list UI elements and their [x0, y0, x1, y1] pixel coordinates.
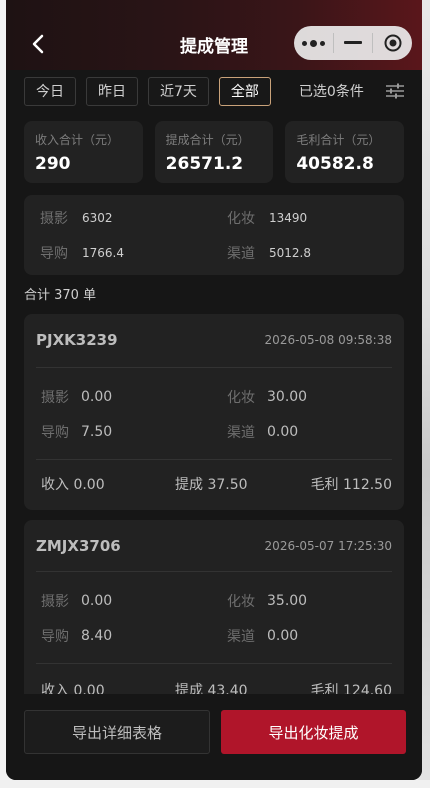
order-item-label: 导购	[41, 425, 69, 441]
mini-program-window: 提成管理 今日 昨日 近7天 全部 已选0条件 收入合计（元） 290 提成合计…	[6, 0, 422, 780]
order-item-shopping-guide: 导购 8.40	[41, 626, 112, 646]
order-item-photography: 摄影 0.00	[41, 387, 112, 407]
order-item-label: 导购	[41, 629, 69, 645]
order-item-value: 0.00	[267, 424, 299, 440]
order-id: PJXK3239	[36, 331, 118, 349]
breakdown-value: 6302	[82, 211, 113, 225]
capsule-minimize-button[interactable]	[334, 26, 373, 60]
order-id: ZMJX3706	[36, 537, 121, 555]
breakdown-value: 5012.8	[269, 246, 311, 260]
commission-total-value: 26571.2	[165, 154, 244, 174]
income-total-value: 290	[35, 154, 71, 174]
income-total-card: 收入合计（元） 290	[24, 121, 143, 183]
order-item-label: 渠道	[227, 425, 255, 441]
order-item-value: 8.40	[81, 628, 113, 644]
export-detail-table-button[interactable]: 导出详细表格	[24, 710, 210, 754]
order-commission: 提成 43.40	[175, 683, 248, 694]
commission-total-label: 提成合计（元）	[165, 133, 250, 147]
filter-chip-yesterday[interactable]: 昨日	[86, 76, 138, 106]
selected-conditions-text: 已选0条件	[298, 84, 364, 100]
breakdown-label: 化妆	[227, 211, 255, 227]
breakdown-value: 1766.4	[82, 246, 124, 260]
order-item-value: 30.00	[267, 389, 308, 405]
order-item-makeup: 化妆 35.00	[227, 591, 307, 611]
order-item-value: 7.50	[81, 424, 113, 440]
order-item-channel: 渠道 0.00	[227, 422, 298, 442]
capsule-close-button[interactable]	[373, 26, 412, 60]
navigation-bar: 提成管理	[6, 0, 422, 70]
order-item-label: 渠道	[227, 629, 255, 645]
divider	[36, 663, 392, 664]
order-list[interactable]: PJXK3239 2026-05-08 09:58:38 摄影 0.00 化妆 …	[6, 314, 422, 694]
more-dots-icon	[301, 39, 325, 47]
order-item-makeup: 化妆 30.00	[227, 387, 307, 407]
breakdown-label: 摄影	[40, 211, 68, 227]
order-item-value: 0.00	[81, 593, 113, 609]
order-income: 收入 0.00	[41, 477, 105, 493]
breakdown-label: 渠道	[227, 246, 255, 262]
order-income: 收入 0.00	[41, 683, 105, 694]
profit-total-value: 40582.8	[296, 154, 374, 174]
breakdown-label: 导购	[40, 246, 68, 262]
minimize-icon	[344, 41, 362, 44]
target-close-icon	[384, 34, 402, 52]
breakdown-photography: 摄影 6302	[40, 208, 113, 228]
commission-total-card: 提成合计（元） 26571.2	[154, 121, 274, 183]
order-item-value: 0.00	[81, 389, 113, 405]
order-time: 2026-05-08 09:58:38	[264, 333, 392, 347]
breakdown-shopping-guide: 导购 1766.4	[40, 243, 124, 263]
desktop-background-bottom	[0, 780, 430, 788]
filter-chip-last-7-days[interactable]: 近7天	[148, 76, 209, 106]
divider	[36, 571, 392, 572]
bottom-action-bar: 导出详细表格 导出化妆提成	[6, 694, 422, 780]
breakdown-channel: 渠道 5012.8	[227, 243, 311, 263]
order-profit: 毛利 124.60	[310, 683, 392, 694]
breakdown-makeup: 化妆 13490	[227, 208, 307, 228]
divider	[36, 459, 392, 460]
profit-total-card: 毛利合计（元） 40582.8	[285, 121, 405, 183]
order-item-photography: 摄影 0.00	[41, 591, 112, 611]
capsule-menu	[294, 26, 412, 60]
commission-breakdown-card: 摄影 6302 化妆 13490 导购 1766.4 渠道 5012.8	[24, 195, 404, 275]
order-item-value: 0.00	[267, 628, 299, 644]
order-item-label: 化妆	[227, 594, 255, 610]
divider	[36, 367, 392, 368]
income-total-label: 收入合计（元）	[35, 133, 120, 147]
order-item-channel: 渠道 0.00	[227, 626, 298, 646]
order-item-label: 化妆	[227, 390, 255, 406]
order-time: 2026-05-07 17:25:30	[264, 539, 392, 553]
export-makeup-commission-button[interactable]: 导出化妆提成	[221, 710, 406, 754]
filter-chip-today[interactable]: 今日	[24, 76, 76, 106]
summary-cards: 收入合计（元） 290 提成合计（元） 26571.2 毛利合计（元） 4058…	[24, 121, 405, 183]
capsule-more-button[interactable]	[294, 26, 333, 60]
order-card[interactable]: PJXK3239 2026-05-08 09:58:38 摄影 0.00 化妆 …	[24, 314, 404, 510]
order-card[interactable]: ZMJX3706 2026-05-07 17:25:30 摄影 0.00 化妆 …	[24, 520, 404, 694]
filter-chip-all[interactable]: 全部	[218, 76, 271, 106]
order-item-label: 摄影	[41, 594, 69, 610]
date-filter-bar: 今日 昨日 近7天 全部 已选0条件	[24, 76, 404, 106]
breakdown-value: 13490	[269, 211, 308, 225]
order-commission: 提成 37.50	[175, 477, 248, 493]
order-item-value: 35.00	[267, 593, 308, 609]
profit-total-label: 毛利合计（元）	[296, 133, 381, 147]
sliders-icon	[386, 83, 404, 99]
order-item-label: 摄影	[41, 390, 69, 406]
order-total-count: 合计 370 单	[24, 288, 97, 303]
order-profit: 毛利 112.50	[310, 477, 392, 493]
filter-settings-button[interactable]	[386, 83, 404, 99]
order-item-shopping-guide: 导购 7.50	[41, 422, 112, 442]
